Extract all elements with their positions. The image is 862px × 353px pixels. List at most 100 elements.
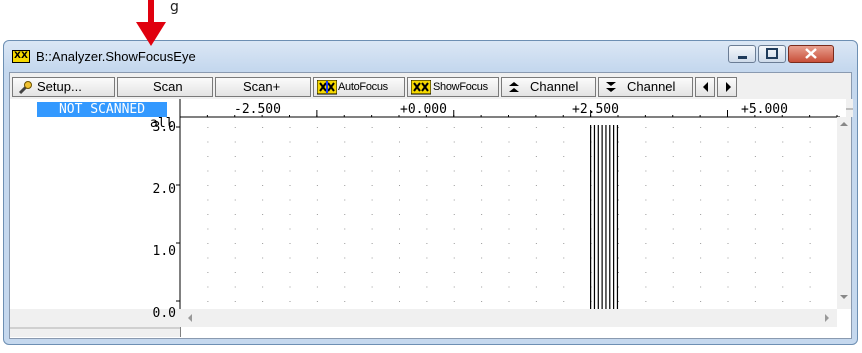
grid-dot [535, 228, 537, 230]
grid-dot [809, 156, 811, 157]
grid-dot [700, 286, 702, 288]
grid-dot [782, 141, 784, 143]
scroll-right-button[interactable] [717, 77, 737, 97]
grid-dot [399, 199, 400, 201]
channel-up-label: Channel [530, 79, 579, 94]
grid-dot [371, 170, 373, 172]
grid-dot [563, 141, 565, 143]
scroll-left-button[interactable] [695, 77, 715, 97]
grid-dot [508, 272, 510, 273]
grid-dot [563, 199, 565, 201]
grid-dot [700, 199, 702, 201]
grid-dot [207, 286, 209, 288]
grid-dot [289, 214, 291, 215]
grid-dot [234, 286, 236, 288]
grid-dot [618, 257, 619, 259]
grid-dot [809, 301, 811, 302]
grid-dot [289, 127, 291, 128]
y-tick-label: 3.0 [152, 120, 176, 135]
grid-dot [645, 170, 647, 172]
grid-dot [618, 272, 619, 273]
grid-dot [672, 257, 674, 259]
grid-dot [481, 214, 483, 215]
grid-dot [563, 272, 565, 273]
grid-dot [508, 185, 510, 186]
grid-dot [618, 127, 619, 128]
grid-dot [782, 127, 784, 128]
grid-dot [399, 127, 400, 128]
grid-dot [207, 214, 209, 215]
grid-dot [754, 185, 756, 186]
maximize-button[interactable] [758, 45, 786, 63]
grid-dot [535, 170, 537, 172]
channel-down-label: Channel [627, 79, 676, 94]
title-bar[interactable]: XX B::Analyzer.ShowFocusEye [4, 41, 857, 71]
grid-dot [481, 272, 483, 273]
grid-dot [782, 243, 784, 244]
grid-dot [672, 243, 674, 244]
grid-dot [782, 228, 784, 230]
grid-dot [782, 156, 784, 157]
grid-dot [645, 141, 647, 143]
grid-dot [754, 199, 756, 201]
grid-dot [754, 272, 756, 273]
grid-dot [426, 228, 428, 230]
grid-dot [426, 214, 428, 215]
grid-dot [234, 141, 236, 143]
grid-dot [535, 199, 537, 201]
grid-dot [645, 228, 647, 230]
showfocus-button[interactable]: ShowFocus [407, 77, 499, 97]
autofocus-label: AutoFocus [338, 81, 388, 93]
scan-button[interactable]: Scan [117, 77, 213, 97]
grid-dot [453, 141, 455, 143]
grid-dot [481, 286, 483, 288]
grid-dot [645, 272, 647, 273]
scan-plus-button[interactable]: Scan+ [215, 77, 311, 97]
scan-plus-label: Scan+ [243, 79, 281, 94]
minimize-button[interactable] [728, 45, 756, 63]
grid-dot [672, 127, 674, 128]
channel-down-button[interactable]: Channel [598, 77, 693, 97]
grid-dot [262, 286, 264, 288]
grid-dot [618, 214, 619, 215]
channel-up-button[interactable]: Channel [501, 77, 596, 97]
grid-dot [453, 257, 455, 259]
grid-dot [262, 141, 264, 143]
grid-dot [399, 286, 400, 288]
grid-dot [700, 170, 702, 172]
grid-dot [371, 272, 373, 273]
grid-dot [563, 243, 565, 244]
grid-dot [645, 243, 647, 244]
y-tick-label: 1.0 [152, 244, 176, 259]
grid-dot [754, 286, 756, 288]
setup-button[interactable]: Setup... [12, 77, 115, 97]
grid-dot [508, 257, 510, 259]
grid-dot [782, 170, 784, 172]
grid-dot [809, 243, 811, 244]
toolbar: Setup... Scan Scan+ AutoFocus ShowFocus … [10, 73, 851, 99]
horizontal-scrollbar[interactable] [180, 309, 837, 327]
autofocus-icon [317, 80, 337, 95]
autofocus-button[interactable]: AutoFocus [313, 77, 405, 97]
grid-dot [754, 141, 756, 143]
grid-dot [344, 199, 346, 201]
grid-dot [481, 141, 483, 143]
grid-dot [481, 301, 483, 302]
close-button[interactable] [788, 45, 834, 63]
grid-dot [672, 214, 674, 215]
grid-dot [316, 199, 318, 201]
grid-dot [371, 185, 373, 186]
grid-dot [371, 156, 373, 157]
eye-diagram-panel: NOT SCANNED all -2.500 +0.000 +2.500 +5.… [10, 99, 853, 338]
grid-dot [316, 214, 318, 215]
grid-dot [563, 127, 565, 128]
vertical-scrollbar[interactable] [837, 117, 851, 309]
grid-dot [754, 301, 756, 302]
grid-dot [426, 301, 428, 302]
grid-dot [618, 141, 619, 143]
grid-dot [727, 141, 729, 143]
grid-dot [672, 141, 674, 143]
grid-dot [399, 141, 400, 143]
setup-label: Setup... [37, 79, 82, 94]
grid-dot [262, 156, 264, 157]
